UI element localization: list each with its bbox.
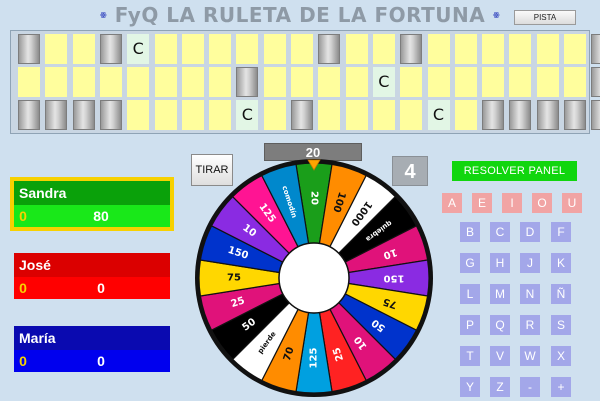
wheel-hub (278, 242, 350, 314)
fortune-wheel[interactable]: 20 100 1000quiebra101507550102512570pierde… (0, 0, 600, 401)
wheel-segment-label: 20 (309, 191, 320, 205)
wheel-segment-label: 125 (309, 348, 320, 369)
wheel-segment-label: 150 (384, 273, 405, 284)
wheel-segment-label: 75 (227, 273, 241, 284)
